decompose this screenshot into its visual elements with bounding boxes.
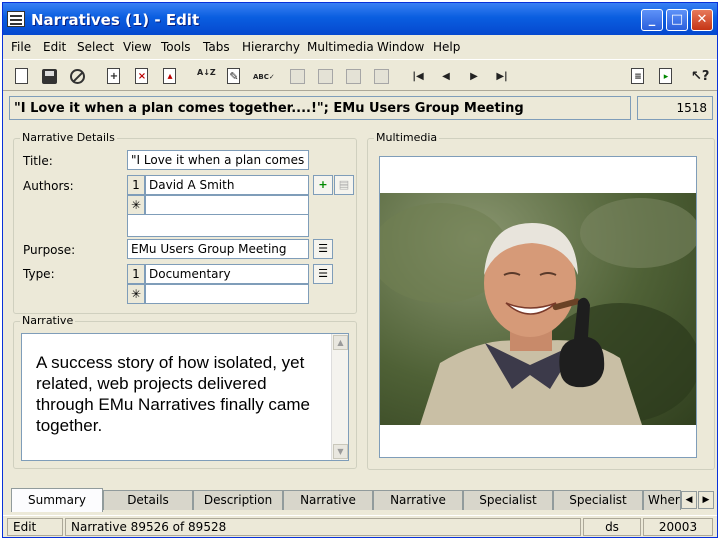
title-field[interactable]: "I Love it when a plan comes together — [127, 150, 309, 170]
next-icon[interactable]: ▶ — [465, 68, 483, 86]
save-icon[interactable] — [41, 68, 59, 86]
menu-view[interactable]: View — [123, 40, 151, 54]
type-new-field[interactable] — [145, 284, 309, 304]
tab-where[interactable]: Where — [643, 490, 681, 510]
view-author-icon: ▤ — [334, 175, 354, 195]
authors-label: Authors: — [23, 179, 74, 193]
type-lookup-icon[interactable]: ☰ — [313, 264, 333, 284]
type-field[interactable]: Documentary — [145, 264, 309, 284]
menu-tools[interactable]: Tools — [161, 40, 191, 54]
scroll-up-icon[interactable]: ▲ — [333, 335, 348, 350]
add-author-icon[interactable]: + — [313, 175, 333, 195]
menu-tabs[interactable]: Tabs — [203, 40, 230, 54]
tab-details[interactable]: Details — [103, 490, 193, 510]
purpose-label: Purpose: — [23, 243, 76, 257]
multimedia-viewer[interactable] — [379, 156, 697, 458]
view-icon — [289, 68, 307, 86]
tab-narrative-1[interactable]: Narrative — [283, 490, 373, 510]
edit-icon[interactable]: ✎ — [225, 68, 243, 86]
authors-new-row-marker: ✳ — [127, 195, 145, 215]
record-summary-text: "I Love it when a plan comes together...… — [14, 101, 524, 116]
close-button[interactable]: ✕ — [691, 9, 713, 31]
menu-select[interactable]: Select — [77, 40, 114, 54]
authors-empty-area — [127, 215, 309, 237]
type-new-row-marker: ✳ — [127, 284, 145, 304]
photo-illustration — [380, 198, 696, 425]
menu-multimedia[interactable]: Multimedia — [307, 40, 374, 54]
table-icon — [317, 68, 335, 86]
maximize-button[interactable]: □ — [666, 9, 688, 31]
purpose-field[interactable]: EMu Users Group Meeting — [127, 239, 309, 259]
title-label: Title: — [23, 154, 53, 168]
tab-specialist-1[interactable]: Specialist — [463, 490, 553, 510]
record-summary: "I Love it when a plan comes together...… — [9, 96, 631, 120]
menu-file[interactable]: File — [11, 40, 31, 54]
app-window: Narratives (1) - Edit _ □ ✕ File Edit Se… — [2, 2, 718, 538]
tab-scroll-right-icon[interactable]: ▶ — [698, 491, 714, 509]
report-icon[interactable]: ≡ — [629, 68, 647, 86]
window-title: Narratives (1) - Edit — [31, 11, 200, 29]
menu-hierarchy[interactable]: Hierarchy — [242, 40, 300, 54]
last-icon[interactable]: ▶| — [493, 68, 511, 86]
status-mode: Edit — [7, 518, 63, 536]
tab-narrative-2[interactable]: Narrative — [373, 490, 463, 510]
narrative-text: A success story of how isolated, yet rel… — [36, 353, 311, 435]
cancel-icon[interactable] — [69, 68, 87, 86]
image-icon — [373, 68, 391, 86]
narrative-textarea[interactable]: A success story of how isolated, yet rel… — [21, 333, 349, 461]
status-user: ds — [583, 518, 641, 536]
delete-record-icon[interactable]: × — [133, 68, 151, 86]
multimedia-group-label: Multimedia — [374, 131, 440, 144]
authors-row-number: 1 — [127, 175, 145, 195]
first-icon[interactable]: |◀ — [409, 68, 427, 86]
prev-icon[interactable]: ◀ — [437, 68, 455, 86]
tab-summary[interactable]: Summary — [11, 488, 103, 512]
toolbar: + × ▴ A↓Z ✎ ABC✓ |◀ ◀ ▶ ▶| ≡ ▸ ↖? — [3, 59, 717, 91]
multimedia-photo — [380, 193, 696, 425]
menu-bar: File Edit Select View Tools Tabs Hierarc… — [3, 35, 717, 57]
new-icon[interactable] — [13, 68, 31, 86]
narrative-details-label: Narrative Details — [20, 131, 117, 144]
copy-record-icon[interactable]: + — [105, 68, 123, 86]
menu-window[interactable]: Window — [377, 40, 424, 54]
status-code: 20003 — [643, 518, 713, 536]
paste-record-icon[interactable]: ▴ — [161, 68, 179, 86]
status-bar: Edit Narrative 89526 of 89528 ds 20003 — [3, 515, 717, 537]
narrative-scrollbar[interactable]: ▲ ▼ — [331, 334, 348, 460]
authors-field[interactable]: David A Smith — [145, 175, 309, 195]
menu-edit[interactable]: Edit — [43, 40, 66, 54]
menu-help[interactable]: Help — [433, 40, 460, 54]
authors-new-field[interactable] — [145, 195, 309, 215]
purpose-lookup-icon[interactable]: ☰ — [313, 239, 333, 259]
narrative-group-label: Narrative — [20, 314, 76, 327]
tab-strip: Summary Details Description Narrative Na… — [9, 488, 717, 512]
sort-icon[interactable]: A↓Z — [197, 68, 216, 86]
scroll-down-icon[interactable]: ▼ — [333, 444, 348, 459]
minimize-button[interactable]: _ — [641, 9, 663, 31]
tab-scroll-left-icon[interactable]: ◀ — [681, 491, 697, 509]
app-icon — [7, 11, 25, 27]
tab-description[interactable]: Description — [193, 490, 283, 510]
type-row-number: 1 — [127, 264, 145, 284]
spellcheck-icon[interactable]: ABC✓ — [253, 68, 275, 86]
help-pointer-icon[interactable]: ↖? — [691, 68, 709, 86]
title-bar[interactable]: Narratives (1) - Edit _ □ ✕ — [3, 3, 717, 35]
page-icon — [345, 68, 363, 86]
status-position: Narrative 89526 of 89528 — [65, 518, 581, 536]
export-icon[interactable]: ▸ — [657, 68, 675, 86]
tab-specialist-2[interactable]: Specialist — [553, 490, 643, 510]
type-label: Type: — [23, 267, 55, 281]
record-irn: 1518 — [637, 96, 713, 120]
